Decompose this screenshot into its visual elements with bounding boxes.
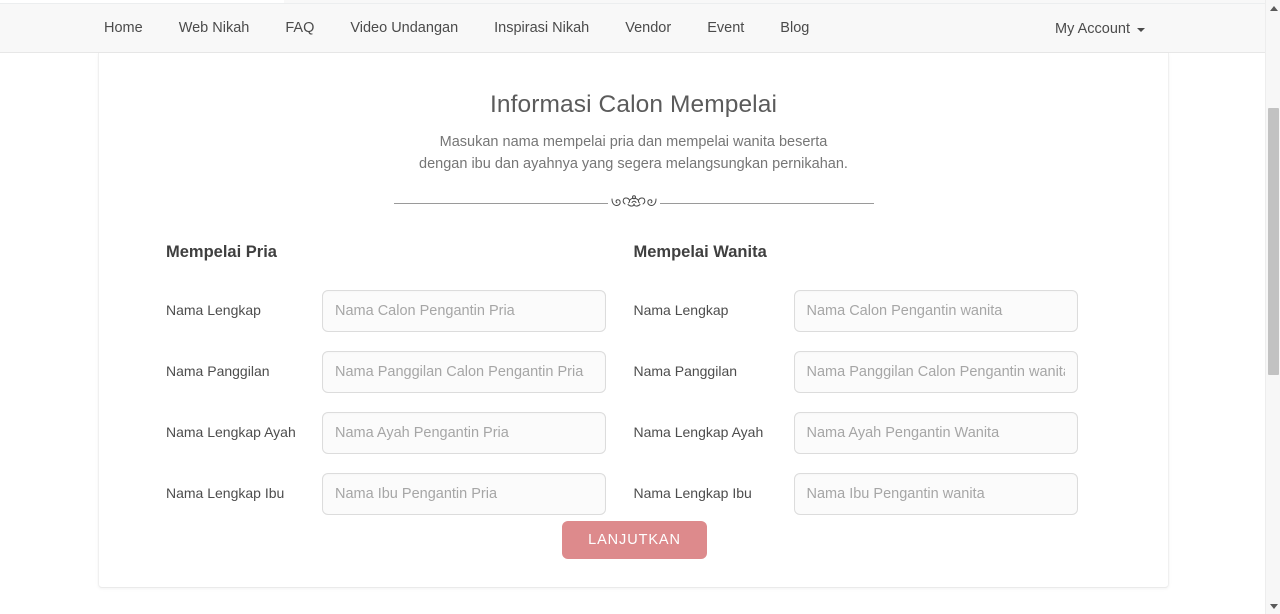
field-row: Nama Lengkap Ibu	[634, 473, 1103, 515]
bride-nickname-label: Nama Panggilan	[633, 363, 738, 379]
bride-father-name-input[interactable]	[793, 412, 1078, 454]
content-card: Informasi Calon Mempelai Masukan nama me…	[98, 53, 1169, 588]
floral-flourish-icon	[607, 189, 660, 215]
main-navbar: Home Web Nikah FAQ Video Undangan Inspirasi …	[0, 4, 1265, 53]
footer-ghost	[0, 598, 1265, 614]
chevron-down-icon	[1137, 27, 1145, 32]
groom-nickname-input[interactable]	[322, 351, 606, 393]
field-row: Nama Lengkap Ayah	[634, 412, 1103, 454]
bride-full-name-label: Nama Lengkap	[633, 302, 729, 318]
my-account-dropdown[interactable]: My Account	[1055, 21, 1145, 37]
caret-up-icon[interactable]	[1266, 0, 1280, 16]
scrollbar-thumb[interactable]	[1268, 108, 1279, 375]
my-account-label: My Account	[1055, 20, 1130, 37]
field-row: Nama Lengkap Ibu	[166, 473, 634, 515]
page-title: Informasi Calon Mempelai	[490, 91, 777, 118]
bride-mother-name-label: Nama Lengkap Ibu	[633, 485, 752, 501]
nav-inspirasi-nikah[interactable]: Inspirasi Nikah	[476, 4, 607, 53]
nav-web-nikah[interactable]: Web Nikah	[161, 4, 268, 53]
bride-column: Mempelai Wanita Nama Lengkap Nama Panggil…	[634, 243, 1103, 534]
groom-father-name-input[interactable]	[322, 412, 606, 454]
nav-faq[interactable]: FAQ	[267, 4, 332, 53]
lanjutkan-button[interactable]: LANJUTKAN	[562, 521, 707, 559]
groom-mother-name-label: Nama Lengkap Ibu	[166, 485, 285, 501]
bride-nickname-input[interactable]	[793, 351, 1078, 393]
bride-field-list: Nama Lengkap Nama Panggilan Nama Lengkap A…	[634, 290, 1103, 515]
nav-event[interactable]: Event	[689, 4, 762, 53]
page-subtitle-line-1: Masukan nama mempelai pria dan mempelai …	[439, 134, 828, 150]
field-row: Nama Lengkap Ayah	[166, 412, 634, 454]
bride-mother-name-input[interactable]	[793, 473, 1078, 515]
groom-full-name-input[interactable]	[322, 290, 606, 332]
ornament-divider	[393, 189, 874, 215]
groom-nickname-label: Nama Panggilan	[166, 363, 270, 379]
groom-column: Mempelai Pria Nama Lengkap Nama Panggilan…	[165, 243, 634, 534]
field-row: Nama Lengkap	[166, 290, 634, 332]
bride-groom-form: Mempelai Pria Nama Lengkap Nama Panggilan…	[99, 243, 1168, 534]
caret-down-icon[interactable]	[1266, 598, 1280, 614]
bride-father-name-label: Nama Lengkap Ayah	[633, 424, 764, 440]
field-row: Nama Lengkap	[634, 290, 1103, 332]
groom-full-name-label: Nama Lengkap	[166, 302, 261, 318]
nav-video-undangan[interactable]: Video Undangan	[332, 4, 476, 53]
bride-full-name-input[interactable]	[793, 290, 1078, 332]
submit-row: LANJUTKAN	[99, 521, 1170, 559]
groom-field-list: Nama Lengkap Nama Panggilan Nama Lengkap A…	[166, 290, 634, 515]
vertical-scrollbar[interactable]	[1265, 0, 1280, 614]
browser-viewport: Home Web Nikah FAQ Video Undangan Inspirasi …	[0, 0, 1280, 614]
page-subtitle: Masukan nama mempelai pria dan mempelai …	[354, 131, 914, 175]
groom-father-name-label: Nama Lengkap Ayah	[166, 424, 296, 440]
page-subtitle-line-2: dengan ibu dan ayahnya yang segera melan…	[419, 156, 848, 172]
bride-heading: Mempelai Wanita	[633, 243, 767, 261]
nav-home[interactable]: Home	[86, 4, 161, 53]
groom-mother-name-input[interactable]	[322, 473, 606, 515]
scrollbar-track-below[interactable]	[1266, 375, 1280, 598]
nav-blog[interactable]: Blog	[762, 4, 827, 53]
top-strip-inner	[284, 0, 1265, 3]
field-row: Nama Panggilan	[634, 351, 1103, 393]
navbar-links: Home Web Nikah FAQ Video Undangan Inspirasi …	[86, 4, 827, 53]
nav-vendor[interactable]: Vendor	[607, 4, 689, 53]
groom-heading: Mempelai Pria	[166, 243, 277, 261]
navbar-right: My Account	[1055, 4, 1145, 53]
scrollbar-track-above[interactable]	[1266, 16, 1280, 108]
field-row: Nama Panggilan	[166, 351, 634, 393]
